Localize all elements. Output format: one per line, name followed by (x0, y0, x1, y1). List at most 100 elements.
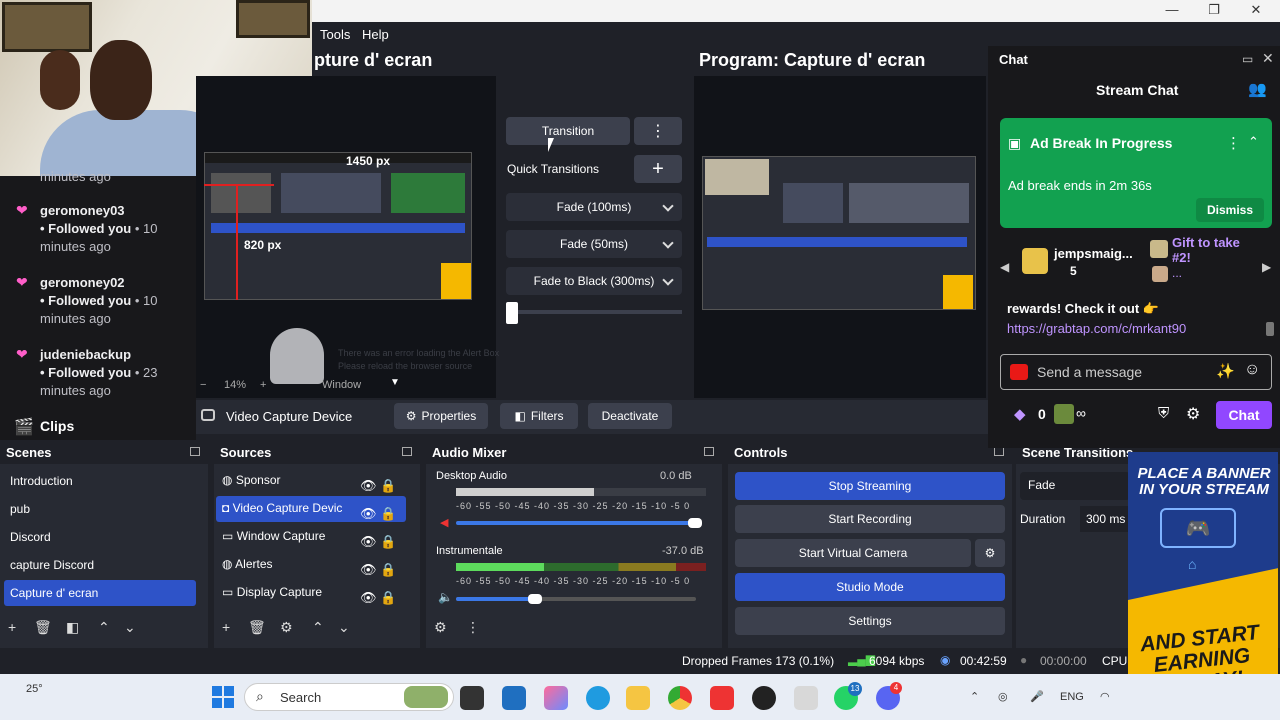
source-item[interactable]: ◍ Sponsor (222, 473, 281, 499)
tray-chevron-icon[interactable]: ⌃ (970, 690, 979, 703)
transition-menu-button[interactable]: ⋮ (634, 117, 682, 145)
zoom-in-button[interactable]: + (260, 379, 266, 391)
status-bar (0, 648, 1280, 674)
start-virtual-camera-button[interactable]: Start Virtual Camera (735, 539, 971, 567)
source-down-button[interactable]: ⌄ (338, 619, 350, 636)
chat-scrollbar[interactable] (1266, 322, 1274, 336)
app-icon[interactable] (794, 686, 818, 710)
visibility-lock-icons[interactable]: 👁 🔒 👁 🔒 👁 🔒 👁 🔒 👁 🔒 (360, 472, 400, 612)
infinity-label: ∞ (1076, 405, 1086, 421)
add-scene-button[interactable]: + (8, 619, 16, 635)
tray-app-icon[interactable]: ◎ (998, 690, 1008, 703)
windows-start-icon[interactable] (212, 686, 234, 708)
close-button[interactable]: ✕ (1236, 2, 1276, 18)
add-transition-button[interactable]: + (634, 155, 682, 183)
transition-select[interactable]: Fade (1020, 472, 1130, 500)
store-icon[interactable] (502, 686, 526, 710)
close-icon[interactable]: ✕ (1262, 50, 1274, 67)
chrome-icon[interactable] (668, 686, 692, 710)
quick-transition-fade-100[interactable]: Fade (100ms) (506, 193, 682, 221)
source-item-selected[interactable]: ◘ Video Capture Devic (222, 501, 342, 527)
settings-button[interactable]: Settings (735, 607, 1005, 635)
prev-arrow-icon[interactable]: ◀ (1000, 260, 1009, 274)
undock-icon[interactable] (402, 447, 412, 456)
gift-user[interactable]: jempsmaig... (1054, 246, 1133, 261)
users-icon[interactable]: 👥 (1248, 80, 1267, 98)
source-settings-button[interactable]: ⚙ (280, 619, 293, 636)
filters-button[interactable]: ◧ Filters (500, 403, 578, 429)
shield-icon[interactable]: ⛨ (1158, 405, 1169, 422)
scene-filters-button[interactable]: ◧ (66, 619, 79, 636)
mixer-menu-button[interactable]: ⋮ (466, 619, 480, 636)
more-icon[interactable]: ⋮ (1226, 134, 1241, 152)
window-label: Window (322, 379, 362, 391)
virtual-camera-settings-button[interactable]: ⚙ (975, 539, 1005, 567)
edge-icon[interactable] (586, 686, 610, 710)
properties-button[interactable]: ⚙ Properties (394, 403, 488, 429)
dismiss-button[interactable]: Dismiss (1196, 198, 1264, 222)
file-explorer-icon[interactable] (626, 686, 650, 710)
volume-knob[interactable] (688, 518, 702, 528)
remove-scene-button[interactable]: 🗑 (34, 619, 52, 636)
task-view-icon[interactable] (460, 686, 484, 710)
move-down-button[interactable]: ⌄ (124, 619, 136, 636)
obs-icon[interactable] (752, 686, 776, 710)
follow-username[interactable]: judeniebackup (40, 347, 131, 362)
microphone-icon[interactable]: 🎤 (1030, 690, 1044, 703)
scene-item-active[interactable]: Capture d' ecran (4, 580, 196, 606)
studio-mode-button[interactable]: Studio Mode (735, 573, 1005, 601)
minimize-button[interactable]: — (1152, 2, 1192, 17)
chat-link[interactable]: https://grabtap.com/c/mrkant90 (1007, 321, 1186, 336)
scene-item[interactable]: capture Discord (4, 552, 196, 578)
quick-transition-fade-black[interactable]: Fade to Black (300ms) (506, 267, 682, 295)
desktop-audio-volume[interactable] (456, 521, 696, 525)
scene-item[interactable]: pub (4, 496, 196, 522)
undock-icon[interactable] (994, 447, 1004, 456)
mixer-settings-button[interactable]: ⚙ (434, 619, 447, 636)
transition-button[interactable]: Transition (506, 117, 630, 145)
quick-transition-fade-50[interactable]: Fade (50ms) (506, 230, 682, 258)
weather-temp[interactable]: 25° (26, 683, 43, 695)
stop-streaming-button[interactable]: Stop Streaming (735, 472, 1005, 500)
menu-tools[interactable]: Tools (320, 27, 350, 42)
scene-item[interactable]: Discord (4, 524, 196, 550)
source-up-button[interactable]: ⌃ (312, 619, 324, 636)
copilot-icon[interactable] (544, 686, 568, 710)
follow-username[interactable]: geromoney03 (40, 203, 125, 218)
channel-points-icon[interactable]: ◆ (1014, 405, 1026, 423)
emoji-icon[interactable]: ☺ (1244, 361, 1260, 379)
muted-speaker-icon[interactable]: ◀ (440, 516, 448, 529)
speaker-icon[interactable]: 🔈 (438, 590, 453, 604)
source-item[interactable]: ◍ Alertes (222, 557, 273, 583)
sparkle-icon[interactable]: ✨ (1216, 362, 1235, 380)
remove-source-button[interactable]: 🗑 (248, 619, 266, 636)
move-up-button[interactable]: ⌃ (98, 619, 110, 636)
maximize-button[interactable]: ❐ (1194, 2, 1234, 18)
chevron-down-icon (662, 200, 674, 212)
clips-label[interactable]: Clips (40, 418, 74, 434)
next-arrow-icon[interactable]: ▶ (1262, 260, 1271, 274)
undock-icon[interactable]: ▭ (1242, 52, 1253, 66)
volume-knob[interactable] (528, 594, 542, 604)
source-item[interactable]: ▭ Display Capture (222, 585, 322, 611)
source-item[interactable]: ▭ Window Capture (222, 529, 325, 555)
tbar-slider[interactable] (506, 302, 518, 324)
dropdown-icon[interactable]: ▼ (390, 377, 400, 388)
wifi-icon[interactable]: ◠ (1100, 690, 1110, 703)
follow-username[interactable]: geromoney02 (40, 275, 125, 290)
chat-send-button[interactable]: Chat (1216, 401, 1272, 429)
deactivate-button[interactable]: Deactivate (588, 403, 672, 429)
zoom-out-button[interactable]: − (200, 379, 206, 391)
anydesk-icon[interactable] (710, 686, 734, 710)
scene-item[interactable]: Introduction (4, 468, 196, 494)
gear-icon[interactable]: ⚙ (1186, 404, 1200, 424)
undock-icon[interactable] (190, 447, 200, 456)
undock-icon[interactable] (704, 447, 714, 456)
menu-help[interactable]: Help (362, 27, 389, 42)
start-recording-button[interactable]: Start Recording (735, 505, 1005, 533)
add-source-button[interactable]: + (222, 619, 230, 635)
instrumentale-volume[interactable] (456, 597, 696, 601)
language-indicator[interactable]: ENG (1060, 691, 1084, 703)
duration-input[interactable]: 300 ms (1080, 506, 1130, 532)
chevron-up-icon[interactable]: ⌃ (1248, 134, 1259, 150)
